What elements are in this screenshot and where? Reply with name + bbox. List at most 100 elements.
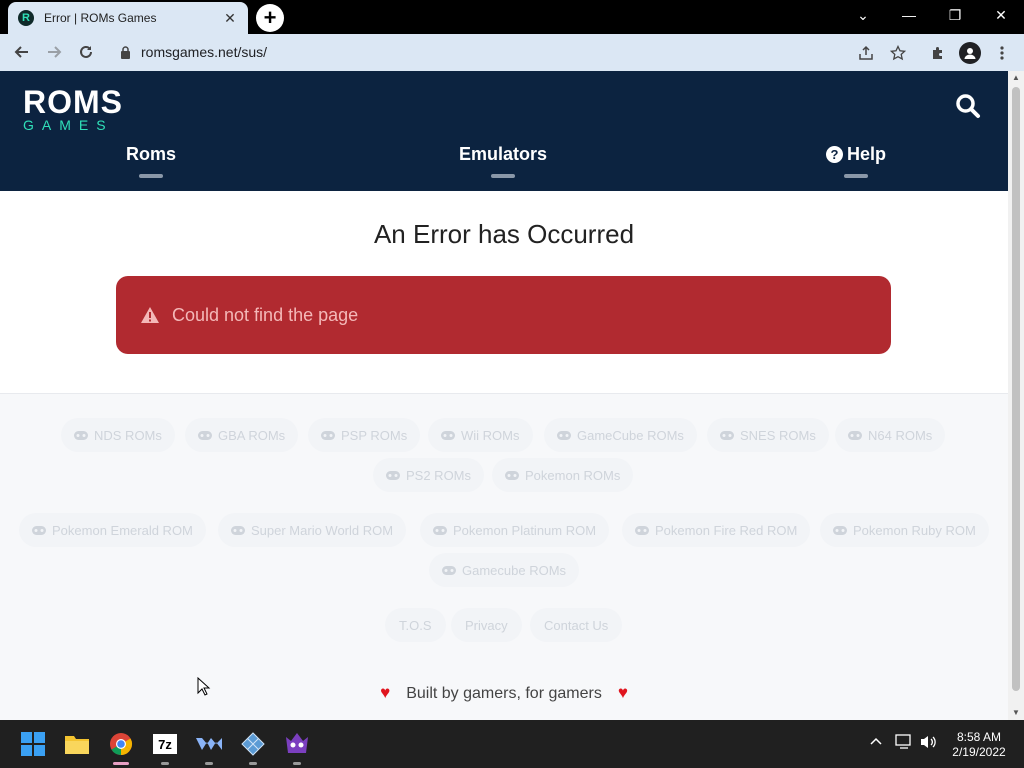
- gamepad-icon: [433, 525, 447, 535]
- gamepad-icon: [386, 470, 400, 480]
- footer-link[interactable]: Gamecube ROMs: [429, 553, 580, 587]
- footer-link[interactable]: NDS ROMs: [61, 418, 175, 452]
- nav-emulators[interactable]: Emulators: [443, 144, 563, 178]
- volume-icon[interactable]: [920, 734, 938, 750]
- footer-link[interactable]: Pokemon ROMs: [492, 458, 634, 492]
- network-icon[interactable]: [895, 734, 913, 750]
- lock-icon: [121, 45, 130, 59]
- share-icon: [859, 45, 873, 60]
- scroll-up-icon[interactable]: ▲: [1008, 71, 1024, 85]
- forward-button[interactable]: [38, 36, 70, 68]
- tab-close-button[interactable]: ✕: [222, 10, 238, 27]
- back-button[interactable]: [6, 36, 38, 68]
- contact-link[interactable]: Contact Us: [530, 608, 623, 642]
- logo-roms-text: ROMS: [23, 84, 123, 120]
- vertical-scrollbar[interactable]: ▲ ▼: [1008, 71, 1024, 720]
- tab-search-button[interactable]: ⌄: [840, 0, 886, 30]
- footer-link-label: GBA ROMs: [218, 427, 286, 443]
- diamond-grid-icon: [241, 732, 265, 756]
- mouse-cursor-icon: [197, 677, 211, 696]
- new-tab-button[interactable]: +: [256, 4, 284, 32]
- browser-tab[interactable]: R Error | ROMs Games ✕: [8, 2, 248, 34]
- gamepad-icon: [321, 430, 335, 440]
- footer-link-label: Gamecube ROMs: [462, 562, 567, 578]
- start-button[interactable]: [17, 728, 49, 760]
- clock-time: 8:58 AM: [956, 730, 1002, 744]
- footer-link[interactable]: PS2 ROMs: [373, 458, 485, 492]
- question-circle-icon: ?: [825, 146, 843, 163]
- kebab-menu-icon: [1000, 45, 1004, 60]
- footer-link[interactable]: GameCube ROMs: [544, 418, 697, 452]
- footer-link-label: Wii ROMs: [461, 427, 520, 443]
- reload-icon: [80, 45, 92, 58]
- close-window-button[interactable]: ✕: [978, 0, 1024, 30]
- footer-link[interactable]: SNES ROMs: [707, 418, 829, 452]
- url-text: romsgames.net/sus/: [141, 44, 268, 60]
- nav-help[interactable]: ? Help: [806, 144, 906, 178]
- network-app[interactable]: [237, 728, 269, 765]
- profile-button[interactable]: [954, 34, 986, 71]
- footer-link[interactable]: Super Mario World ROM: [218, 513, 407, 547]
- nav-underline: [844, 174, 868, 178]
- footer-link[interactable]: N64 ROMs: [835, 418, 946, 452]
- tagline-text: Built by gamers, for gamers: [406, 685, 602, 702]
- privacy-link-label: Privacy: [465, 617, 508, 633]
- game-app[interactable]: [281, 728, 313, 765]
- alert-message: Could not find the page: [172, 304, 359, 325]
- contact-link-label: Contact Us: [544, 617, 609, 633]
- footer-link-label: Pokemon Fire Red ROM: [655, 522, 798, 538]
- extensions-button[interactable]: [922, 34, 954, 71]
- menu-button[interactable]: [986, 34, 1018, 71]
- gamepad-icon: [74, 430, 88, 440]
- address-bar[interactable]: romsgames.net/sus/: [110, 38, 910, 66]
- minimize-button[interactable]: —: [886, 0, 932, 30]
- footer-link[interactable]: Pokemon Platinum ROM: [420, 513, 610, 547]
- footer-link-label: Super Mario World ROM: [251, 522, 394, 538]
- tool-app[interactable]: [193, 728, 225, 765]
- footer-link[interactable]: Pokemon Ruby ROM: [820, 513, 989, 547]
- page-viewport: ROMS GAMES Roms Emulators ? Help An Error…: [0, 71, 1008, 720]
- site-logo[interactable]: ROMS GAMES: [23, 84, 123, 132]
- favicon-icon: R: [18, 10, 34, 26]
- page-title: An Error has Occurred: [373, 219, 635, 249]
- footer-link-label: SNES ROMs: [740, 427, 816, 443]
- 7zip-app[interactable]: 7z: [149, 728, 181, 765]
- bookmark-button[interactable]: [882, 34, 914, 71]
- share-button[interactable]: [850, 34, 882, 71]
- gamepad-icon: [442, 565, 456, 575]
- folder-icon: [65, 736, 89, 754]
- windows-logo-icon: [21, 732, 45, 756]
- gamepad-icon: [848, 430, 862, 440]
- gamepad-icon: [198, 430, 212, 440]
- footer-link[interactable]: Pokemon Fire Red ROM: [622, 513, 811, 547]
- nav-roms[interactable]: Roms: [111, 144, 191, 178]
- file-explorer-app[interactable]: [61, 728, 93, 760]
- chrome-icon: [110, 733, 132, 755]
- gamepad-icon: [231, 525, 245, 535]
- search-icon[interactable]: [955, 93, 981, 119]
- nav-underline: [139, 174, 163, 178]
- tos-link[interactable]: T.O.S: [385, 608, 446, 642]
- privacy-link[interactable]: Privacy: [451, 608, 522, 642]
- arrow-left-icon: [14, 46, 28, 58]
- gamepad-icon: [441, 430, 455, 440]
- footer-link[interactable]: Pokemon Emerald ROM: [19, 513, 206, 547]
- restore-button[interactable]: ❐: [932, 0, 978, 30]
- reload-button[interactable]: [70, 36, 102, 68]
- heart-icon: ♥: [617, 683, 628, 702]
- footer-link[interactable]: GBA ROMs: [185, 418, 299, 452]
- running-indicator: [161, 762, 169, 765]
- nav-help-label: Help: [846, 144, 886, 164]
- nav-underline: [491, 174, 515, 178]
- footer-link-label: Pokemon Ruby ROM: [853, 522, 976, 538]
- chrome-app[interactable]: [105, 728, 137, 765]
- system-clock[interactable]: 8:58 AM 2/19/2022: [944, 730, 1014, 760]
- footer-link[interactable]: PSP ROMs: [308, 418, 421, 452]
- gamepad-icon: [32, 525, 46, 535]
- chevron-up-icon[interactable]: [869, 734, 883, 748]
- tos-link-label: T.O.S: [399, 617, 432, 633]
- footer-link[interactable]: Wii ROMs: [428, 418, 533, 452]
- scrollbar-thumb[interactable]: [1012, 87, 1020, 691]
- scroll-down-icon[interactable]: ▼: [1008, 706, 1024, 720]
- app-logo-icon: [196, 738, 222, 750]
